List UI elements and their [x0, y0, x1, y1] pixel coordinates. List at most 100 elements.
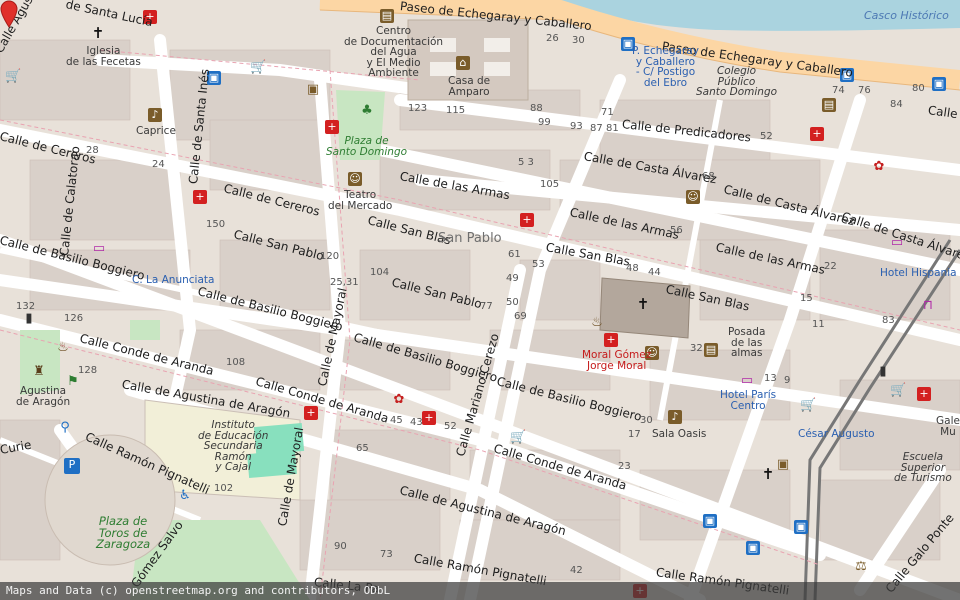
- monument-icon: ♜: [33, 364, 45, 379]
- accessible-icon: ♿: [179, 488, 191, 503]
- house-number: 42: [570, 565, 583, 576]
- house-number: 22: [824, 261, 837, 272]
- place-label: Casco Histórico: [864, 9, 949, 22]
- place-label: Moral Gómez Jorge Moral: [582, 349, 652, 372]
- house-number: 99: [538, 117, 551, 128]
- house-number: 25,31: [330, 277, 359, 288]
- pharmacy-icon: +: [325, 120, 339, 134]
- house-number: 150: [206, 219, 226, 230]
- shop-icon: 🛒: [5, 69, 22, 84]
- house-number: 81: [606, 123, 619, 134]
- house-number: 65: [356, 443, 369, 454]
- house-number: 104: [370, 267, 390, 278]
- place-label: Instituto de Educación Secundaria Ramón …: [198, 419, 269, 473]
- house-number: 73: [380, 549, 393, 560]
- house-number: 53: [532, 259, 545, 270]
- house-number: 24: [152, 159, 165, 170]
- house-number: 30: [572, 35, 585, 46]
- place-label: Colegio Público Santo Domingo: [696, 65, 778, 98]
- location-pin-icon[interactable]: [0, 0, 18, 28]
- church-icon: ✝: [91, 24, 105, 42]
- pharmacy-icon: +: [193, 190, 207, 204]
- house-number: 90: [334, 541, 347, 552]
- pharmacy-icon: +: [604, 333, 618, 347]
- cafe-icon: ♨: [591, 315, 603, 330]
- bus-stop-icon: ▣: [746, 541, 760, 555]
- place-label: Agustina de Aragón: [16, 385, 71, 408]
- shop-icon: 🛒: [800, 398, 817, 413]
- house-number: 76: [858, 85, 871, 96]
- house-number: 69: [514, 311, 527, 322]
- house-number: 83: [882, 315, 895, 326]
- house-number: 132: [16, 301, 36, 312]
- map-view[interactable]: + + + + + + + + + + ▣ ▣ ▣ ▣ ▣ ▣ ▣ P 🛒 🛒 …: [0, 0, 960, 600]
- playground-icon: ♣: [361, 103, 373, 118]
- church-icon: ✝: [636, 295, 650, 313]
- house-number: 108: [226, 357, 246, 368]
- pharmacy-icon: +: [917, 387, 931, 401]
- place-label: Posada de las almas: [728, 326, 766, 359]
- music-icon: ♪: [148, 108, 162, 122]
- house-number: 17: [628, 429, 641, 440]
- atm-icon: ▣: [306, 82, 320, 97]
- house-number: 5 3: [518, 157, 534, 168]
- place-label: Gale Mu: [936, 415, 960, 438]
- map-attribution[interactable]: Maps and Data (c) openstreetmap.org and …: [0, 582, 960, 600]
- house-number: 88: [530, 103, 543, 114]
- shop-icon: 🛒: [510, 430, 527, 445]
- traffic-light-icon: ▮: [879, 364, 887, 379]
- atm-icon: ▣: [776, 457, 790, 472]
- animal-icon: ✿: [873, 159, 885, 174]
- place-label: Hotel Hispania: [880, 267, 957, 279]
- house-number: 71: [601, 107, 614, 118]
- place-label: Iglesia de las Fecetas: [66, 45, 141, 68]
- house-number: 49: [506, 273, 519, 284]
- place-label: C. La Anunciata: [132, 274, 215, 286]
- house-number: 128: [78, 365, 98, 376]
- house-number: 74: [832, 85, 845, 96]
- house-number: 93: [570, 121, 583, 132]
- traffic-light-icon: ▮: [25, 311, 33, 326]
- house-number: 84: [890, 99, 903, 110]
- shop-icon: 🛒: [890, 383, 907, 398]
- house-number: 43: [410, 417, 423, 428]
- pharmacy-icon: +: [422, 411, 436, 425]
- place-label: Casa de Amparo: [448, 75, 491, 98]
- place-label: Plaza de Santo Domingo: [326, 135, 408, 158]
- pharmacy-icon: +: [520, 213, 534, 227]
- house-number: 123: [408, 103, 428, 114]
- place-label: César Augusto: [798, 428, 875, 440]
- building-icon: ⌂: [456, 56, 470, 70]
- house-number: 32: [690, 343, 703, 354]
- place-label: Hotel París Centro: [720, 389, 777, 412]
- place-label: Teatro del Mercado: [328, 189, 393, 212]
- house-number: 52: [760, 131, 773, 142]
- place-label: P. Echegaray y Caballero - C/ Postigo de…: [632, 45, 699, 89]
- theatre-icon: ☺: [348, 172, 362, 186]
- house-number: 9: [784, 375, 791, 386]
- house-number: 48: [626, 263, 639, 274]
- house-number: 11: [812, 319, 825, 330]
- pharmacy-icon: +: [304, 406, 318, 420]
- house-number: 120: [320, 251, 340, 262]
- house-number: 13: [764, 373, 777, 384]
- house-number: 61: [508, 249, 521, 260]
- house-number: 15: [800, 293, 813, 304]
- music-icon: ♪: [668, 410, 682, 424]
- theatre-icon: ☺: [686, 190, 700, 204]
- place-label: Escuela Superior de Turismo: [894, 451, 952, 484]
- parking-icon: P: [64, 458, 80, 474]
- place-label: Plaza de Toros de Zaragoza: [96, 514, 151, 551]
- house-number: 26: [546, 33, 559, 44]
- library-icon: ▤: [822, 98, 836, 112]
- house-number: 28: [86, 145, 99, 156]
- library-icon: ▤: [380, 9, 394, 23]
- hotel-icon: ▭: [92, 241, 106, 256]
- house-number: 30: [640, 415, 653, 426]
- shop-icon: 🛒: [250, 60, 267, 75]
- house-number: 50: [506, 297, 519, 308]
- place-label: San Pablo: [438, 231, 502, 246]
- house-number: 80: [912, 83, 925, 94]
- hotel-icon: ▭: [740, 373, 754, 388]
- church-icon: ✝: [761, 465, 775, 483]
